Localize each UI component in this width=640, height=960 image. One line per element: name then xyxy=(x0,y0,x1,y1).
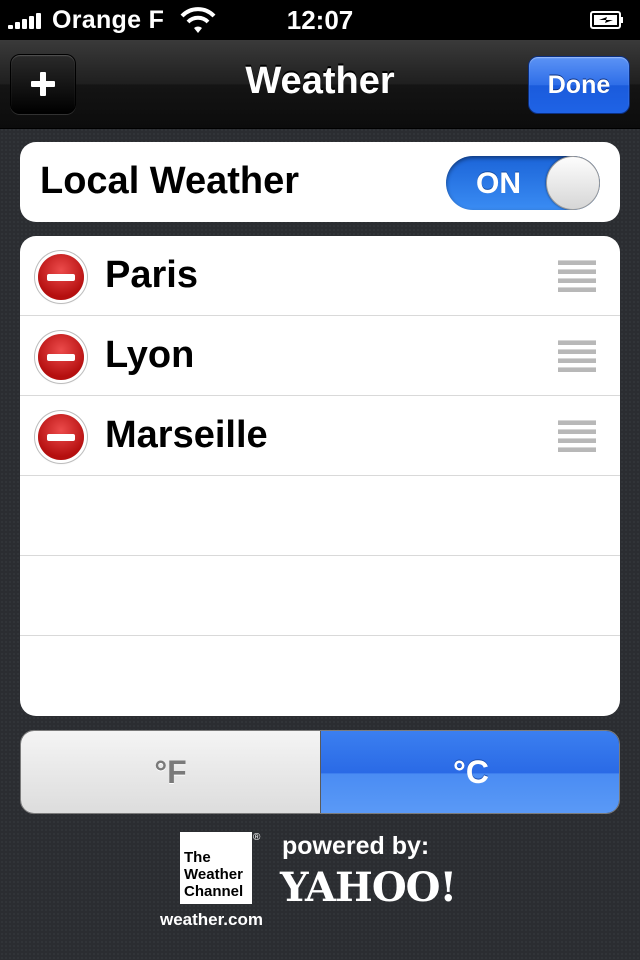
local-weather-toggle[interactable]: ON xyxy=(446,156,600,210)
city-name: Lyon xyxy=(105,334,195,376)
status-bar: Orange F 12:07 xyxy=(0,0,640,40)
weather-com-label: weather.com xyxy=(160,910,263,929)
empty-row xyxy=(20,556,620,636)
done-button[interactable]: Done xyxy=(528,56,630,114)
empty-row xyxy=(20,636,620,716)
reorder-handle-icon[interactable] xyxy=(558,340,596,372)
city-name: Marseille xyxy=(105,414,268,456)
local-weather-row: Local Weather ON xyxy=(20,142,620,222)
city-name: Paris xyxy=(105,254,198,296)
registered-mark: ® xyxy=(253,832,261,843)
city-list: Paris Lyon Marseille xyxy=(20,236,620,716)
toggle-knob xyxy=(546,156,600,210)
delete-minus-icon[interactable] xyxy=(38,254,84,300)
empty-row xyxy=(20,476,620,556)
clock: 12:07 xyxy=(286,5,354,35)
temperature-unit-selector: °F °C xyxy=(20,730,620,814)
yahoo-logo[interactable]: YAHOO! xyxy=(280,864,457,911)
list-item: Paris xyxy=(20,236,620,316)
powered-by-label: powered by: xyxy=(282,832,430,860)
reorder-handle-icon[interactable] xyxy=(558,260,596,292)
reorder-handle-icon[interactable] xyxy=(558,420,596,452)
list-item: Lyon xyxy=(20,316,620,396)
celsius-segment[interactable]: °C xyxy=(321,731,619,813)
fahrenheit-segment[interactable]: °F xyxy=(21,731,321,813)
navigation-bar: Weather Done xyxy=(0,40,640,129)
delete-minus-icon[interactable] xyxy=(38,414,84,460)
local-weather-label: Local Weather xyxy=(40,160,300,202)
delete-minus-icon[interactable] xyxy=(38,334,84,380)
toggle-state-label: ON xyxy=(476,167,521,200)
weather-channel-logo[interactable]: The Weather Channel xyxy=(180,832,252,904)
list-item: Marseille xyxy=(20,396,620,476)
battery-charging-icon xyxy=(590,11,623,29)
